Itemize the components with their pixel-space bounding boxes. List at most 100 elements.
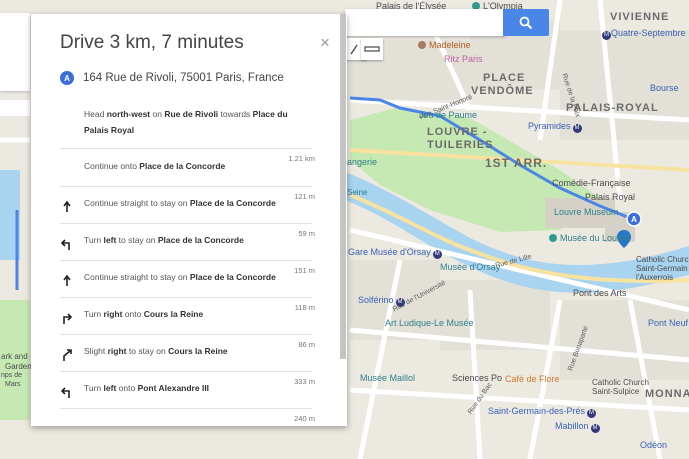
step-instruction: Turn left to stay on Place de la Concord… [84, 232, 312, 248]
map-label-vivienne: VIVIENNE [610, 11, 670, 23]
poi-louvre-museum[interactable]: Louvre Museum [554, 207, 619, 217]
step-distance: 240 m [294, 414, 315, 423]
poi-cafe-flore[interactable]: Café de Flore [505, 374, 560, 384]
poi-pyramides[interactable]: Pyramides M [528, 121, 582, 133]
step-instruction: Continue straight to stay on Place de la… [84, 195, 312, 211]
none-icon [60, 163, 74, 177]
map-label-place: PLACE [483, 72, 526, 84]
step-text: Continue straight to stay on [84, 272, 190, 282]
step-text: Turn [84, 383, 104, 393]
step-highlight: Cours la Reine [143, 309, 204, 319]
poi-ritz[interactable]: Ritz Paris [444, 54, 483, 64]
step-text: towards [218, 109, 253, 119]
step-instruction: Head north-west on Rue de Rivoli towards… [84, 106, 312, 138]
turn-right-icon [60, 311, 74, 325]
step-text: on [150, 109, 165, 119]
arrow-straight-icon [60, 200, 74, 214]
left-side-card [0, 13, 30, 91]
step-highlight: Rue de Rivoli [164, 109, 219, 119]
poi-comedie[interactable]: Comédie-Française [552, 178, 631, 188]
search-icon [519, 16, 533, 29]
poi-bourse[interactable]: Bourse [650, 83, 679, 93]
step-highlight: Place de la Concorde [139, 161, 226, 171]
directions-panel: Drive 3 km, 7 minutes × A 164 Rue de Riv… [31, 14, 347, 426]
poi-art-ludique[interactable]: Art Ludique-Le Musée [385, 318, 474, 328]
poi-saint-germain-auxerrois[interactable]: Catholic Church Saint-Germain l'Auxerroi… [636, 255, 689, 282]
close-button[interactable]: × [320, 33, 330, 52]
step-highlight: north-west [106, 109, 151, 119]
map-label-park-2: Garden [5, 362, 32, 371]
step-highlight: left [103, 235, 117, 245]
poi-orangerie[interactable]: angerie [347, 157, 377, 167]
poi-jeu-de-paume[interactable]: Jeu de Paume [419, 110, 477, 120]
poi-gare-orsay[interactable]: Gare Musée d'Orsay M [348, 247, 442, 259]
poi-saint-sulpice[interactable]: Catholic Church Saint-Sulpice [592, 378, 662, 396]
step-instruction: Continue straight to stay on Place de la… [84, 269, 312, 285]
step-instruction: Continue onto Place de la Concorde [84, 158, 312, 174]
directions-title: Drive 3 km, 7 minutes [60, 32, 244, 53]
step-instruction: Slight right to stay on Cours la Reine [84, 343, 312, 359]
map-label-first-arr: 1ST ARR. [485, 156, 548, 170]
step-highlight: left [103, 383, 117, 393]
step-text: Head [84, 109, 107, 119]
origin-marker-icon: A [60, 71, 74, 85]
step-highlight: right [103, 309, 123, 319]
step-highlight: Pont Alexandre III [137, 383, 210, 393]
poi-musee-maillol[interactable]: Musée Maillol [360, 373, 415, 383]
map-label-park-1: ark and [1, 352, 28, 361]
turn-left-icon [60, 237, 74, 251]
step-divider [60, 297, 312, 298]
close-icon: × [320, 33, 330, 52]
step-divider [60, 408, 312, 409]
metro-icon: M [590, 424, 600, 433]
step-text: Continue straight to stay on [84, 198, 190, 208]
church-icon [418, 41, 426, 49]
poi-musee-du-louvre[interactable]: Musée du Louvre [549, 233, 630, 243]
svg-text:A: A [631, 215, 637, 224]
step-instruction: Turn left onto Pont Alexandre III [84, 380, 312, 396]
search-button[interactable] [503, 9, 549, 36]
poi-pont-neuf[interactable]: Pont Neuf [648, 318, 688, 328]
map-label-vendome: VENDÔME [471, 85, 534, 97]
poi-madeleine[interactable]: Madeleine [418, 40, 471, 50]
step-divider [60, 371, 312, 372]
metro-icon: M [602, 31, 611, 40]
search-input[interactable] [345, 9, 505, 36]
step-instruction: Turn right onto Cours la Reine [84, 306, 312, 322]
metro-icon: M [587, 409, 597, 418]
poi-sciences-po[interactable]: Sciences Po [452, 373, 502, 383]
panel-scrollbar[interactable] [340, 14, 346, 359]
step-text: to stay on [116, 235, 158, 245]
poi-palais-royal[interactable]: Palais Royal [585, 192, 635, 202]
poi-mabillon[interactable]: Mabillon M [555, 421, 600, 433]
arrow-straight-icon [60, 274, 74, 288]
map-label-louvre: LOUVRE - [427, 126, 488, 138]
direction-step[interactable]: Turn left onto Pont Alexandre III 240 m [60, 380, 315, 426]
step-text: to stay on [126, 346, 169, 356]
poi-saint-germain-pres[interactable]: Saint-Germain-des-Prés M [488, 406, 597, 418]
poi-solferino[interactable]: Solférino M [358, 295, 405, 307]
map-label-park-4: Mars [5, 381, 21, 388]
turn-left-icon [60, 385, 74, 399]
ruler-icon [364, 46, 380, 52]
poi-musee-orsay[interactable]: Musée d'Orsay [440, 262, 500, 272]
step-divider [60, 148, 312, 149]
step-text: Continue onto [84, 161, 140, 171]
left-side-card-2 [0, 100, 30, 116]
step-highlight: Place de la Concorde [157, 235, 244, 245]
direction-step[interactable]: Head north-west on Rue de Rivoli towards… [60, 106, 315, 166]
step-text: onto [122, 309, 144, 319]
step-text: Turn [84, 235, 104, 245]
map-label-seine: Seine [347, 188, 368, 197]
poi-odeon[interactable]: Odéon [640, 440, 667, 450]
poi-pont-des-arts[interactable]: Pont des Arts [573, 288, 627, 298]
step-divider [60, 223, 312, 224]
slight-right-icon [60, 348, 74, 362]
measure-button[interactable] [361, 38, 383, 60]
step-highlight: Place de la Concorde [189, 198, 276, 208]
poi-quatre-septembre[interactable]: M Quatre-Septembre [600, 28, 686, 40]
step-highlight: right [107, 346, 127, 356]
step-divider [60, 260, 312, 261]
step-divider [60, 334, 312, 335]
map-label-park-3: nps de [1, 372, 23, 379]
